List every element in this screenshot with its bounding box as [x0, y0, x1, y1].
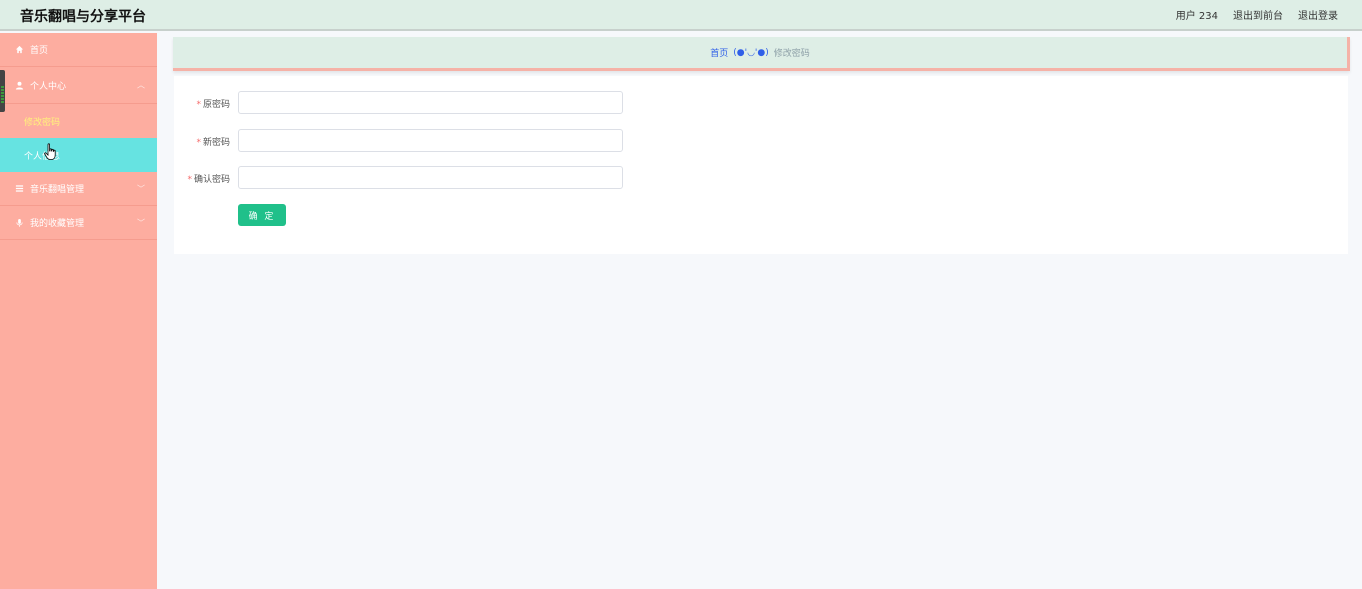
new-password-label: * 新密码 — [196, 138, 230, 148]
chevron-down-icon: ﹀ — [137, 184, 145, 193]
chevron-down-icon: ﹀ — [137, 218, 145, 227]
breadcrumb-face: (●'◡'●) — [733, 47, 769, 58]
hand-cursor-icon — [44, 143, 56, 160]
old-password-row: * 原密码 — [174, 91, 634, 114]
header-actions: 用户 234 退出到前台 退出登录 — [1176, 7, 1338, 22]
sidebar-item-favorites[interactable]: 我的收藏管理 ﹀ — [0, 206, 157, 240]
breadcrumb-home[interactable]: 首页 — [710, 46, 728, 59]
sidebar-item-label: 首页 — [30, 46, 49, 56]
submit-button[interactable]: 确 定 — [238, 204, 286, 226]
menu-list-icon — [14, 184, 24, 194]
top-header: 音乐翻唱与分享平台 用户 234 退出到前台 退出登录 — [0, 0, 1362, 31]
old-password-input[interactable] — [238, 91, 623, 114]
change-password-form: * 原密码 * 新密码 * 确认密码 确 定 — [174, 76, 1348, 254]
confirm-password-input[interactable] — [238, 166, 623, 189]
new-password-input[interactable] — [238, 129, 623, 152]
sidebar-item-home[interactable]: 首页 — [0, 33, 157, 67]
sidebar: 首页 个人中心 ︿ 修改密码 个人信息 音乐翻唱管理 ﹀ 我的收藏管理 ﹀ — [0, 33, 157, 589]
sidebar-subitem-change-password[interactable]: 修改密码 — [0, 104, 157, 138]
sidebar-item-label: 我的收藏管理 — [30, 219, 85, 229]
breadcrumb: 首页 (●'◡'●) 修改密码 — [173, 37, 1350, 71]
chevron-up-icon: ︿ — [137, 80, 145, 90]
app-title: 音乐翻唱与分享平台 — [20, 9, 146, 25]
breadcrumb-current: 修改密码 — [773, 49, 810, 59]
user-label: 用户 234 — [1175, 11, 1218, 22]
logout-link[interactable]: 退出登录 — [1298, 7, 1338, 22]
sidebar-item-personal-center[interactable]: 个人中心 ︿ — [0, 67, 157, 104]
sidebar-item-label: 音乐翻唱管理 — [30, 185, 85, 195]
home-icon — [14, 45, 24, 55]
back-to-front-link[interactable]: 退出到前台 — [1233, 7, 1283, 22]
old-password-label: * 原密码 — [196, 100, 230, 110]
confirm-password-label: * 确认密码 — [187, 175, 230, 185]
sidebar-subitem-personal-info[interactable]: 个人信息 — [0, 138, 157, 172]
confirm-password-row: * 确认密码 — [174, 166, 634, 189]
sidebar-item-label: 个人中心 — [30, 81, 67, 92]
user-icon — [14, 80, 24, 90]
microphone-icon — [14, 218, 24, 228]
new-password-row: * 新密码 — [174, 129, 634, 152]
sidebar-drag-handle[interactable] — [0, 70, 5, 112]
sidebar-item-music-cover[interactable]: 音乐翻唱管理 ﹀ — [0, 172, 157, 206]
